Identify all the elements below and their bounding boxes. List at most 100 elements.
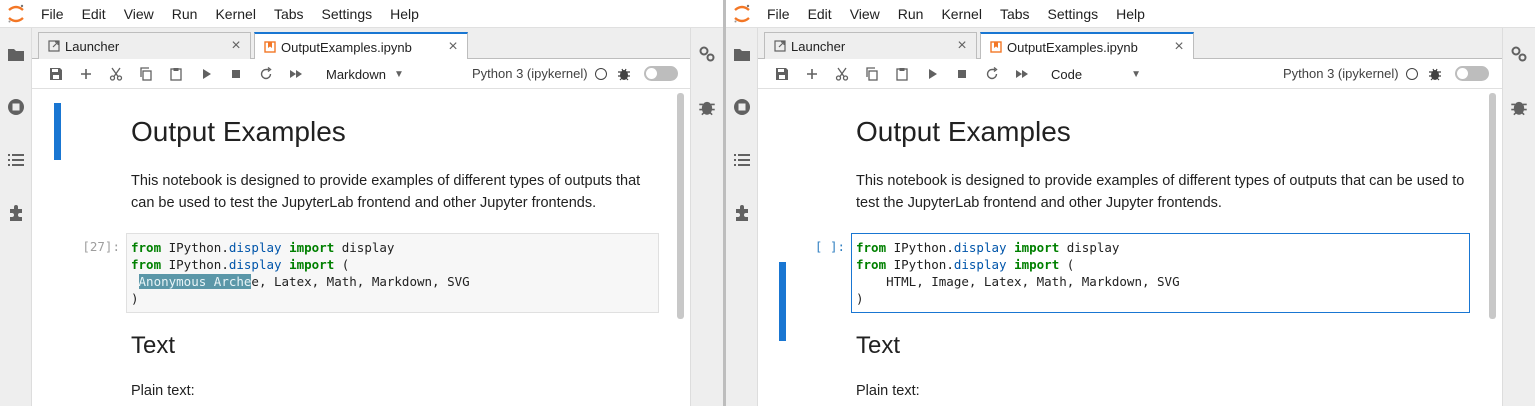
copy-icon[interactable] <box>863 65 881 83</box>
folder-icon[interactable] <box>6 44 26 64</box>
menu-edit[interactable]: Edit <box>73 0 115 28</box>
cell-type-select[interactable]: Markdown ▼ <box>326 64 416 84</box>
menu-view[interactable]: View <box>115 0 163 28</box>
menu-settings[interactable]: Settings <box>313 0 382 28</box>
left-jupyterlab-window: File Edit View Run Kernel Tabs Settings … <box>0 0 723 406</box>
left-sidebar <box>726 28 758 406</box>
menu-run[interactable]: Run <box>163 0 207 28</box>
cut-icon[interactable] <box>833 65 851 83</box>
notebook-toolbar: Markdown ▼ Python 3 (ipykernel) <box>32 59 690 89</box>
debugger-toggle[interactable] <box>644 66 678 81</box>
debugger-bug-icon[interactable] <box>617 67 631 81</box>
right-jupyterlab-window: File Edit View Run Kernel Tabs Settings … <box>726 0 1535 406</box>
notebook-panel: Output Examples This notebook is designe… <box>32 89 690 406</box>
extension-puzzle-icon[interactable] <box>6 203 26 223</box>
jupyter-logo-icon <box>726 0 758 28</box>
debugger-toggle[interactable] <box>1455 66 1489 81</box>
intro-line-1: This notebook is designed to provide exa… <box>131 173 641 189</box>
menu-settings[interactable]: Settings <box>1039 0 1108 28</box>
intro-line-2: can be used to test the JupyterLab front… <box>131 195 597 211</box>
main-area: Launcher × OutputExamples.ipynb × Markdo… <box>32 28 690 406</box>
cell-type-value: Markdown <box>326 66 386 82</box>
close-icon[interactable]: × <box>1173 39 1185 55</box>
autocomplete-selection: Anonymous Arche <box>138 274 252 289</box>
close-icon[interactable]: × <box>447 39 459 55</box>
add-cell-icon[interactable] <box>77 65 95 83</box>
kernel-status-icon <box>595 68 607 80</box>
scrollbar[interactable] <box>1489 93 1496 319</box>
extension-puzzle-icon[interactable] <box>732 203 752 223</box>
code-cell[interactable]: from IPython.display import display from… <box>126 233 659 313</box>
table-of-contents-icon[interactable] <box>732 150 752 170</box>
save-icon[interactable] <box>47 65 65 83</box>
debugger-bug-icon[interactable] <box>1428 67 1442 81</box>
folder-icon[interactable] <box>732 44 752 64</box>
notebook-toolbar: Code ▼ Python 3 (ipykernel) <box>758 59 1502 89</box>
menu-run[interactable]: Run <box>889 0 933 28</box>
restart-icon[interactable] <box>983 65 1001 83</box>
kernel-name[interactable]: Python 3 (ipykernel) <box>1283 66 1399 81</box>
tab-bar: Launcher × OutputExamples.ipynb × <box>32 28 690 60</box>
menu-tabs[interactable]: Tabs <box>991 0 1039 28</box>
menu-edit[interactable]: Edit <box>799 0 841 28</box>
interrupt-icon[interactable] <box>953 65 971 83</box>
right-sidebar <box>690 28 723 406</box>
run-all-icon[interactable] <box>1013 65 1031 83</box>
menu-file[interactable]: File <box>758 0 799 28</box>
code-cell[interactable]: from IPython.display import display from… <box>851 233 1470 313</box>
plain-text-label: Plain text: <box>856 383 920 399</box>
property-inspector-gears-icon[interactable] <box>1509 44 1529 64</box>
run-icon[interactable] <box>923 65 941 83</box>
restart-icon[interactable] <box>257 65 275 83</box>
main-area: Launcher × OutputExamples.ipynb × Code ▼ … <box>758 28 1502 406</box>
toggle-knob <box>1457 68 1468 79</box>
notebook-panel: Output Examples This notebook is designe… <box>758 89 1502 406</box>
paste-icon[interactable] <box>893 65 911 83</box>
intro-line-1: This notebook is designed to provide exa… <box>856 173 1465 189</box>
run-icon[interactable] <box>197 65 215 83</box>
close-icon[interactable]: × <box>956 38 968 54</box>
menu-file[interactable]: File <box>32 0 73 28</box>
tab-label: OutputExamples.ipynb <box>281 39 412 55</box>
chevron-down-icon: ▼ <box>1131 68 1141 80</box>
menu-help[interactable]: Help <box>381 0 428 28</box>
tab-launcher[interactable]: Launcher × <box>764 32 977 59</box>
menu-tabs[interactable]: Tabs <box>265 0 313 28</box>
running-sessions-icon[interactable] <box>6 97 26 117</box>
paste-icon[interactable] <box>167 65 185 83</box>
launcher-icon <box>773 39 787 53</box>
tab-notebook[interactable]: OutputExamples.ipynb × <box>980 32 1194 60</box>
menu-help[interactable]: Help <box>1107 0 1154 28</box>
add-cell-icon[interactable] <box>803 65 821 83</box>
notebook-icon <box>989 40 1003 54</box>
tab-label: Launcher <box>791 38 846 54</box>
interrupt-icon[interactable] <box>227 65 245 83</box>
debugger-bug-icon[interactable] <box>697 97 717 117</box>
kernel-status-icon <box>1406 68 1418 80</box>
save-icon[interactable] <box>773 65 791 83</box>
active-cell-indicator <box>779 262 786 341</box>
kernel-name[interactable]: Python 3 (ipykernel) <box>472 66 588 81</box>
scrollbar[interactable] <box>677 93 684 319</box>
close-icon[interactable]: × <box>230 38 242 54</box>
menu-view[interactable]: View <box>841 0 889 28</box>
copy-icon[interactable] <box>137 65 155 83</box>
plain-text-label: Plain text: <box>131 383 195 399</box>
table-of-contents-icon[interactable] <box>6 150 26 170</box>
debugger-bug-icon[interactable] <box>1509 97 1529 117</box>
launcher-icon <box>47 39 61 53</box>
tab-label: OutputExamples.ipynb <box>1007 39 1138 55</box>
menubar: File Edit View Run Kernel Tabs Settings … <box>0 0 723 28</box>
menu-kernel[interactable]: Kernel <box>932 0 990 28</box>
menubar: File Edit View Run Kernel Tabs Settings … <box>726 0 1535 28</box>
cut-icon[interactable] <box>107 65 125 83</box>
menu-kernel[interactable]: Kernel <box>206 0 264 28</box>
cell-type-select[interactable]: Code ▼ <box>1051 64 1141 84</box>
property-inspector-gears-icon[interactable] <box>697 44 717 64</box>
tab-notebook[interactable]: OutputExamples.ipynb × <box>254 32 468 60</box>
tab-label: Launcher <box>65 38 120 54</box>
running-sessions-icon[interactable] <box>732 97 752 117</box>
cell-type-value: Code <box>1051 66 1083 82</box>
run-all-icon[interactable] <box>287 65 305 83</box>
tab-launcher[interactable]: Launcher × <box>38 32 251 59</box>
